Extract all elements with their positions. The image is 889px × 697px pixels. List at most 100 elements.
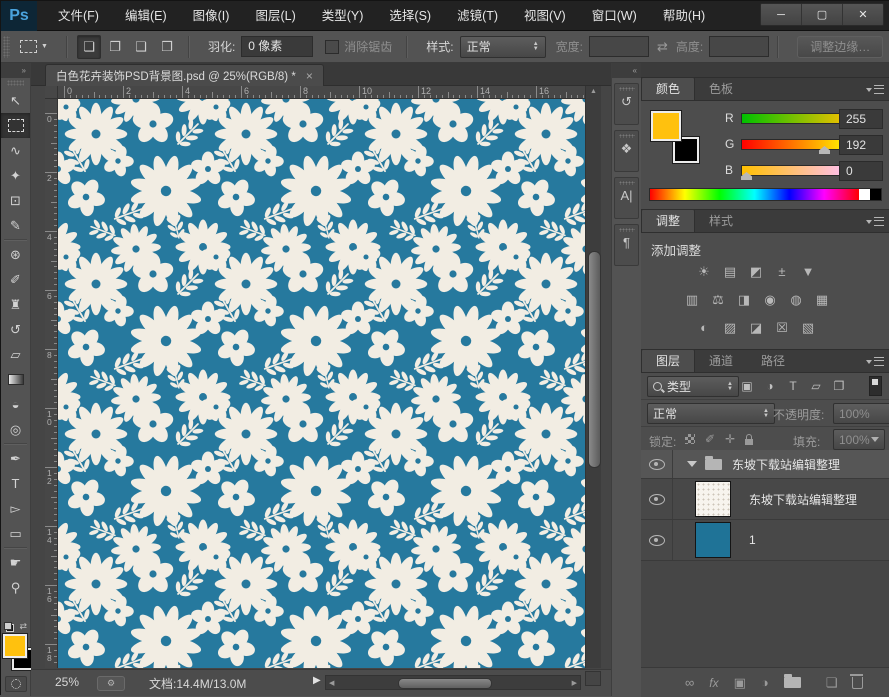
filter-type-layers-icon[interactable]: T	[785, 376, 801, 395]
history-panel-button[interactable]: ↺	[614, 83, 639, 125]
character-panel-button[interactable]: A|	[614, 177, 639, 219]
eraser-tool[interactable]: ▱	[1, 342, 30, 367]
horizontal-scrollbar[interactable]: ◀ ▶	[325, 675, 581, 690]
rectangular-marquee-tool[interactable]	[1, 113, 30, 138]
layer-filtering-toggle[interactable]	[869, 376, 882, 396]
menu-item-图层(L)[interactable]: 图层(L)	[242, 1, 308, 31]
vertical-scrollbar-thumb[interactable]	[588, 251, 601, 468]
feather-input[interactable]: 0 像素	[241, 36, 313, 57]
menu-item-选择(S)[interactable]: 选择(S)	[376, 1, 444, 31]
channel-slider-track[interactable]	[741, 113, 853, 124]
channel-slider-track[interactable]	[741, 139, 853, 150]
type-tool[interactable]: T	[1, 471, 30, 496]
new-selection-button[interactable]: ❏	[77, 35, 101, 59]
tab-adjustments[interactable]: 调整	[641, 209, 695, 232]
threshold-adjustment-icon[interactable]: ◪	[745, 318, 767, 337]
blur-tool[interactable]: ◒	[1, 392, 30, 417]
scroll-right-icon[interactable]: ▶	[572, 679, 577, 687]
subtract-from-selection-button[interactable]: ❑	[129, 35, 153, 59]
crop-tool[interactable]: ⊡	[1, 188, 30, 213]
filter-pixel-layers-icon[interactable]: ▣	[739, 376, 755, 395]
brush-tool[interactable]: ✐	[1, 267, 30, 292]
dodge-tool[interactable]: ◎	[1, 417, 30, 442]
path-selection-tool[interactable]: ▻	[1, 496, 30, 521]
tool-preset-picker[interactable]: ▼	[10, 40, 58, 53]
eye-icon[interactable]	[649, 459, 665, 470]
document-tab[interactable]: 白色花卉装饰PSD背景图.psd @ 25%(RGB/8) * ×	[45, 64, 324, 87]
panel-menu-icon[interactable]	[866, 84, 884, 95]
black-white-adjustment-icon[interactable]: ◨	[733, 290, 755, 309]
exposure-adjustment-icon[interactable]: ±	[771, 262, 793, 281]
color-balance-adjustment-icon[interactable]: ⚖	[707, 290, 729, 309]
lock-all-icon[interactable]	[745, 439, 753, 445]
lasso-tool[interactable]: ∿	[1, 138, 30, 163]
restore-button[interactable]: ▢	[802, 4, 843, 25]
tab-color[interactable]: 颜色	[641, 77, 695, 100]
expand-triangle-icon[interactable]	[687, 461, 697, 467]
tab-paths[interactable]: 路径	[747, 350, 799, 372]
panel-menu-icon[interactable]	[866, 216, 884, 227]
vertical-scrollbar[interactable]: ▲	[585, 86, 601, 668]
status-gear-icon[interactable]: ⚙	[97, 676, 125, 691]
menu-item-窗口(W)[interactable]: 窗口(W)	[579, 1, 650, 31]
vertical-ruler[interactable]: 024681 01 21 41 61 8	[45, 99, 58, 668]
delete-layer-button[interactable]	[852, 677, 863, 689]
layer-group-row[interactable]: 东坡下载站编辑整理	[641, 450, 889, 479]
menu-item-滤镜(T)[interactable]: 滤镜(T)	[444, 1, 511, 31]
rectangle-tool[interactable]: ▭	[1, 521, 30, 546]
visibility-cell[interactable]	[641, 450, 673, 478]
scroll-left-icon[interactable]: ◀	[329, 679, 334, 687]
foreground-color-swatch[interactable]	[651, 111, 681, 141]
menu-item-视图(V)[interactable]: 视图(V)	[511, 1, 579, 31]
properties-panel-button[interactable]: ❖	[614, 130, 639, 172]
selective-color-adjustment-icon[interactable]: ☒	[771, 318, 793, 337]
panel-collapse-header[interactable]: «	[612, 63, 641, 78]
filter-adjustment-layers-icon[interactable]: ◑	[762, 376, 778, 395]
brightness-contrast-adjustment-icon[interactable]: ☀	[693, 262, 715, 281]
spot-healing-brush-tool[interactable]: ⊛	[1, 242, 30, 267]
tab-close-icon[interactable]: ×	[306, 69, 313, 83]
new-adjustment-layer-button[interactable]: ◑	[761, 676, 769, 689]
posterize-adjustment-icon[interactable]: ▨	[719, 318, 741, 337]
gradient-map-adjustment-icon[interactable]: ▧	[797, 318, 819, 337]
layer-thumbnail[interactable]	[695, 481, 731, 517]
layer-row[interactable]: 1	[641, 520, 889, 561]
vibrance-adjustment-icon[interactable]: ▼	[797, 262, 819, 281]
color-lookup-adjustment-icon[interactable]: ▦	[811, 290, 833, 309]
menu-item-类型(Y)[interactable]: 类型(Y)	[309, 1, 377, 31]
visibility-cell[interactable]	[641, 479, 673, 519]
lock-pixels-icon[interactable]: ✐	[705, 433, 715, 445]
spectrum-gradient[interactable]	[650, 189, 859, 200]
eyedropper-tool[interactable]: ✎	[1, 213, 30, 238]
width-input[interactable]	[589, 36, 649, 57]
new-group-button[interactable]	[784, 677, 801, 688]
hue-saturation-adjustment-icon[interactable]: ▥	[681, 290, 703, 309]
default-colors-icon[interactable]	[4, 622, 14, 632]
move-tool[interactable]: ↖	[1, 88, 30, 113]
invert-adjustment-icon[interactable]: ◐	[693, 318, 715, 337]
clone-stamp-tool[interactable]: ♜	[1, 292, 30, 317]
scroll-up-icon[interactable]: ▲	[586, 88, 601, 95]
filter-smart-objects-icon[interactable]: ❐	[831, 376, 847, 395]
style-select[interactable]: 正常 ▲▼	[460, 36, 546, 58]
menu-item-帮助(H)[interactable]: 帮助(H)	[650, 1, 718, 31]
blend-mode-select[interactable]: 正常 ▲▼	[647, 403, 775, 424]
pen-tool[interactable]: ✒	[1, 446, 30, 471]
curves-adjustment-icon[interactable]: ◩	[745, 262, 767, 281]
channel-mixer-adjustment-icon[interactable]: ◍	[785, 290, 807, 309]
toolbar-collapse-header[interactable]: »	[1, 63, 30, 78]
tab-channels[interactable]: 通道	[695, 350, 747, 372]
intersect-selection-button[interactable]: ❒	[155, 35, 179, 59]
quick-selection-tool[interactable]: ✦	[1, 163, 30, 188]
eye-icon[interactable]	[649, 535, 665, 546]
eye-icon[interactable]	[649, 494, 665, 505]
close-button[interactable]: ✕	[843, 4, 883, 25]
horizontal-scrollbar-thumb[interactable]	[398, 678, 492, 689]
horizontal-ruler[interactable]: 0246810121416	[58, 86, 601, 99]
color-spectrum-ramp[interactable]	[649, 188, 882, 201]
panel-menu-icon[interactable]	[866, 356, 884, 367]
menu-item-文件(F)[interactable]: 文件(F)	[45, 1, 112, 31]
link-layers-button[interactable]: ∞	[685, 676, 694, 689]
zoom-level-field[interactable]: 25%	[55, 675, 79, 689]
swap-colors-icon[interactable]: ⇄	[19, 621, 27, 632]
